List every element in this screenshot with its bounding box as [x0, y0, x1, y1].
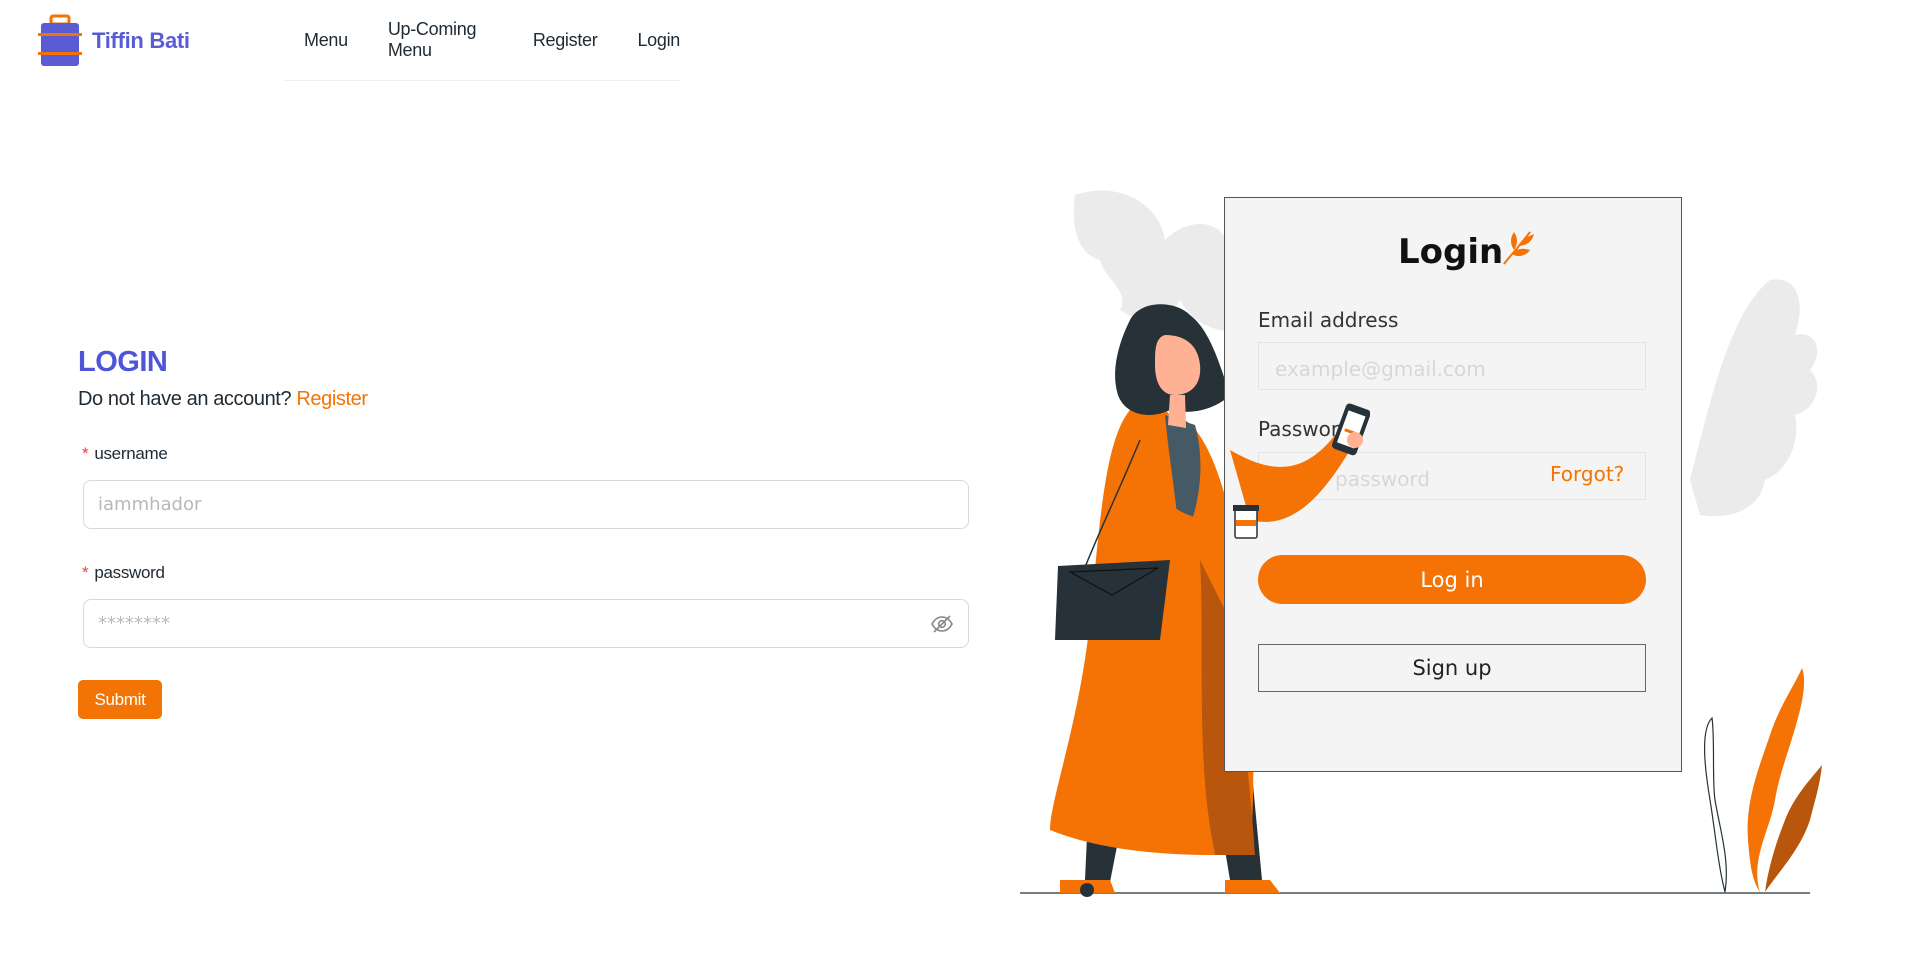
illustration-email-field: example@gmail.com: [1258, 342, 1646, 390]
login-title: LOGIN: [78, 346, 168, 378]
eye-slash-icon[interactable]: [930, 612, 954, 636]
woman-arm-overlay: [1230, 403, 1370, 539]
required-mark: *: [82, 563, 89, 582]
nav-item-upcoming-menu[interactable]: Up-Coming Menu: [388, 19, 493, 61]
illustration-forgot-link: Forgot?: [1550, 462, 1625, 486]
lunchbox-icon: [38, 14, 82, 66]
illustration-card-title: Login: [1398, 232, 1504, 272]
nav-item-register[interactable]: Register: [533, 30, 598, 51]
required-mark: *: [82, 444, 89, 463]
password-input[interactable]: [83, 599, 969, 648]
register-link[interactable]: Register: [296, 388, 368, 410]
brand-name: Tiffin Bati: [92, 28, 190, 53]
leaf-sprig-icon: [1503, 231, 1534, 265]
illustration-login-button: Log in: [1258, 555, 1646, 604]
account-prompt-text: Do not have an account?: [78, 388, 292, 410]
illustration-signup-button: Sign up: [1258, 644, 1646, 692]
nav-item-menu[interactable]: Menu: [304, 30, 348, 51]
username-input[interactable]: [83, 480, 969, 529]
nav-item-login[interactable]: Login: [637, 30, 680, 51]
account-prompt: Do not have an account? Register: [78, 388, 368, 411]
leaf-right-decoration: [1690, 279, 1818, 517]
username-label: * username: [82, 444, 168, 463]
main-nav: Menu Up-Coming Menu Register Login: [284, 0, 680, 81]
illustration-email-label: Email address: [1258, 308, 1399, 332]
password-label: * password: [82, 563, 165, 582]
brand-logo[interactable]: Tiffin Bati: [38, 14, 190, 68]
submit-button[interactable]: Submit: [78, 680, 162, 719]
plant-decoration: [1704, 668, 1822, 893]
